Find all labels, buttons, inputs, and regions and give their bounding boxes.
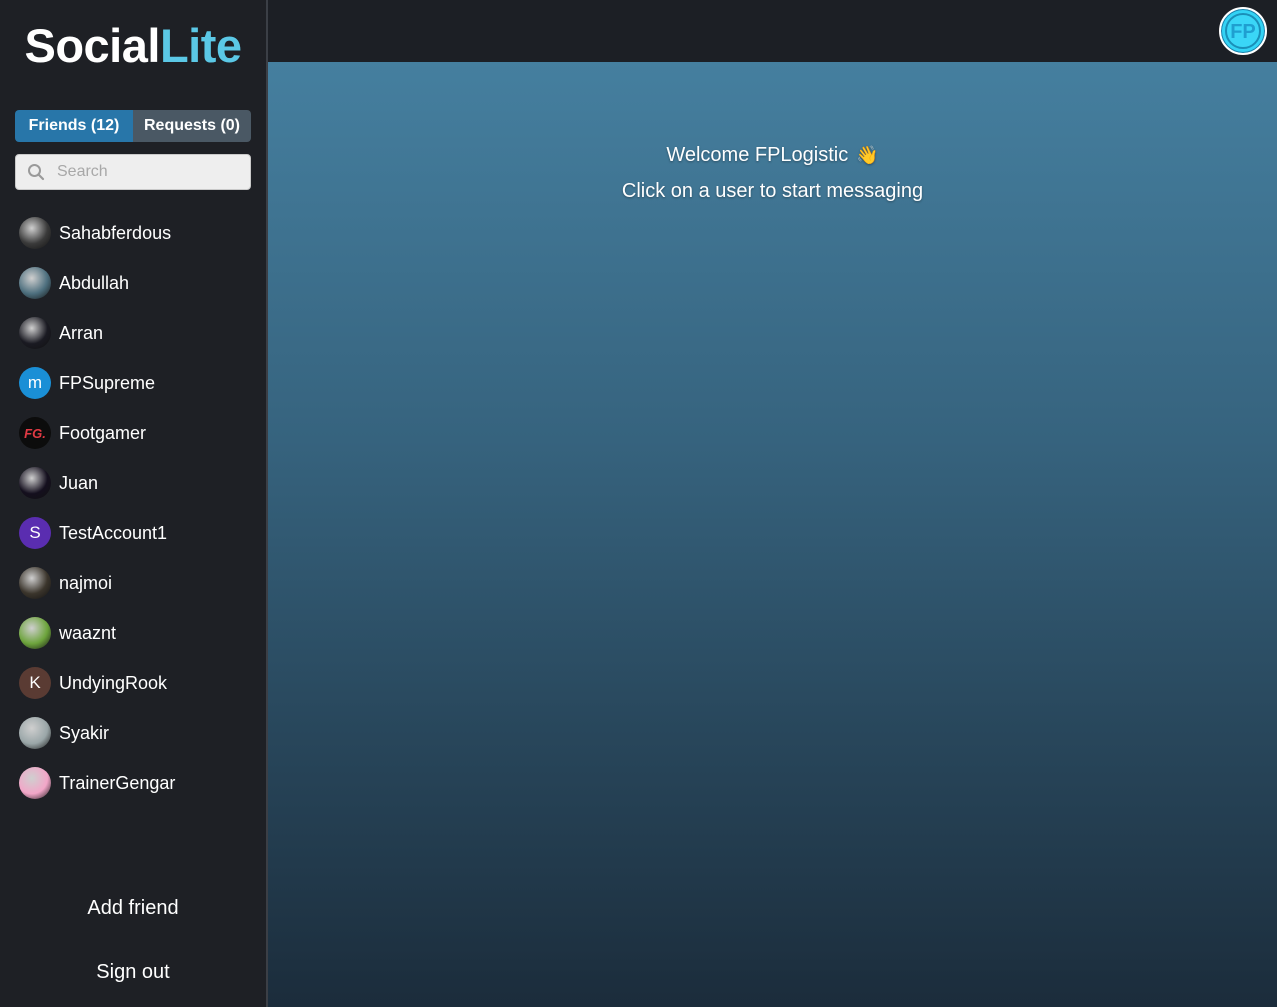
friend-list-item[interactable]: Juan	[0, 458, 266, 508]
avatar: FG.	[19, 417, 51, 449]
avatar	[19, 717, 51, 749]
tab-friends[interactable]: Friends (12)	[15, 110, 133, 142]
friend-list-item[interactable]: S TestAccount1	[0, 508, 266, 558]
top-bar: FP	[268, 0, 1277, 62]
welcome-text: Welcome FPLogistic	[666, 144, 849, 166]
friend-name: FPSupreme	[59, 372, 156, 393]
avatar	[19, 617, 51, 649]
avatar	[19, 217, 51, 249]
avatar	[19, 317, 51, 349]
sidebar: SocialLite Friends (12) Requests (0) Sah…	[0, 0, 268, 1007]
wave-icon: 👋	[856, 145, 879, 165]
add-friend-button[interactable]: Add friend	[0, 897, 266, 920]
sign-out-button[interactable]: Sign out	[0, 961, 266, 984]
app-logo: SocialLite	[0, 18, 266, 74]
friend-list-item[interactable]: najmoi	[0, 558, 266, 608]
friend-list-item[interactable]: TrainerGengar	[0, 758, 266, 808]
friend-name: Arran	[59, 322, 104, 343]
friend-name: waaznt	[59, 622, 117, 643]
friend-name: Footgamer	[59, 422, 147, 443]
friend-name: Syakir	[59, 722, 110, 743]
friend-name: UndyingRook	[59, 672, 168, 693]
search-icon	[27, 163, 45, 181]
friends-requests-tabs: Friends (12) Requests (0)	[15, 110, 251, 142]
friend-list-item[interactable]: Abdullah	[0, 258, 266, 308]
avatar	[19, 267, 51, 299]
friend-list-item[interactable]: K UndyingRook	[0, 658, 266, 708]
friend-list-item[interactable]: Syakir	[0, 708, 266, 758]
friend-name: Juan	[59, 472, 99, 493]
tab-requests[interactable]: Requests (0)	[133, 110, 251, 142]
avatar	[19, 467, 51, 499]
friend-name: TrainerGengar	[59, 772, 176, 793]
friend-list-item[interactable]: Arran	[0, 308, 266, 358]
logo-social: Social	[24, 19, 160, 72]
friend-list-item[interactable]: Sahabferdous	[0, 208, 266, 258]
avatar: m	[19, 367, 51, 399]
logo-lite: Lite	[159, 19, 242, 72]
avatar	[19, 567, 51, 599]
friend-list-item[interactable]: waaznt	[0, 608, 266, 658]
avatar: K	[19, 667, 51, 699]
friend-list: Sahabferdous Abdullah Arran m FPSupreme FG. Fo…	[0, 208, 266, 808]
main-panel: Welcome FPLogistic 👋 Click on a user to s…	[268, 62, 1277, 1007]
search-input[interactable]	[57, 163, 237, 181]
friend-name: najmoi	[59, 572, 113, 593]
friend-name: TestAccount1	[59, 522, 168, 543]
profile-initials: FP	[1230, 21, 1256, 43]
avatar	[19, 767, 51, 799]
avatar: S	[19, 517, 51, 549]
friend-name: Sahabferdous	[59, 222, 172, 243]
search-box[interactable]	[15, 154, 251, 190]
welcome-subtext: Click on a user to start messaging	[621, 180, 924, 202]
friend-name: Abdullah	[59, 272, 130, 293]
fp-logo-icon: FP	[1225, 13, 1261, 49]
friend-list-item[interactable]: m FPSupreme	[0, 358, 266, 408]
friend-list-item[interactable]: FG. Footgamer	[0, 408, 266, 458]
welcome-heading: Welcome FPLogistic 👋	[268, 144, 1277, 167]
profile-avatar[interactable]: FP	[1219, 7, 1267, 55]
